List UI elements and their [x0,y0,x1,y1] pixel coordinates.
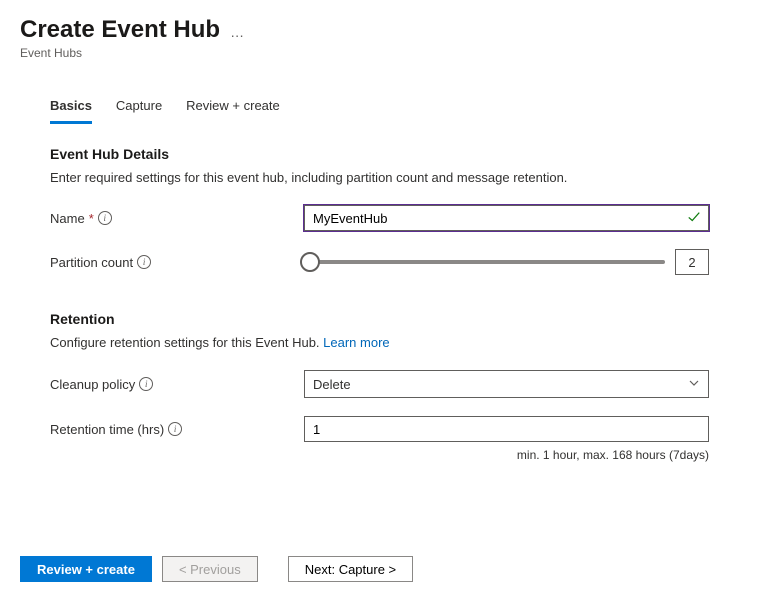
cleanup-policy-select[interactable]: Delete [304,370,709,398]
more-actions-button[interactable]: … [230,20,245,40]
tab-basics[interactable]: Basics [50,98,92,124]
review-create-button[interactable]: Review + create [20,556,152,582]
cleanup-policy-value: Delete [313,377,351,392]
partition-count-label: Partition count [50,255,133,270]
next-button[interactable]: Next: Capture > [288,556,413,582]
learn-more-link[interactable]: Learn more [323,335,389,350]
footer: Review + create < Previous Next: Capture… [20,556,739,582]
partition-count-value: 2 [675,249,709,275]
info-icon[interactable]: i [139,377,153,391]
page-title: Create Event Hub [20,16,220,44]
previous-button: < Previous [162,556,258,582]
info-icon[interactable]: i [98,211,112,225]
partition-count-slider[interactable] [304,260,665,264]
info-icon[interactable]: i [137,255,151,269]
name-label: Name [50,211,85,226]
retention-heading: Retention [50,311,709,327]
details-heading: Event Hub Details [50,146,709,162]
retention-description: Configure retention settings for this Ev… [50,335,323,350]
checkmark-icon [687,210,701,227]
details-description: Enter required settings for this event h… [50,170,709,185]
required-indicator: * [89,211,94,226]
info-icon[interactable]: i [168,422,182,436]
chevron-down-icon [688,377,700,392]
tabs: Basics Capture Review + create [20,98,739,124]
retention-time-label: Retention time (hrs) [50,422,164,437]
name-input[interactable] [304,205,709,231]
tab-capture[interactable]: Capture [116,98,162,124]
slider-thumb[interactable] [300,252,320,272]
retention-time-hint: min. 1 hour, max. 168 hours (7days) [50,448,709,462]
breadcrumb: Event Hubs [20,46,739,60]
tab-review-create[interactable]: Review + create [186,98,280,124]
retention-time-input[interactable] [304,416,709,442]
cleanup-policy-label: Cleanup policy [50,377,135,392]
